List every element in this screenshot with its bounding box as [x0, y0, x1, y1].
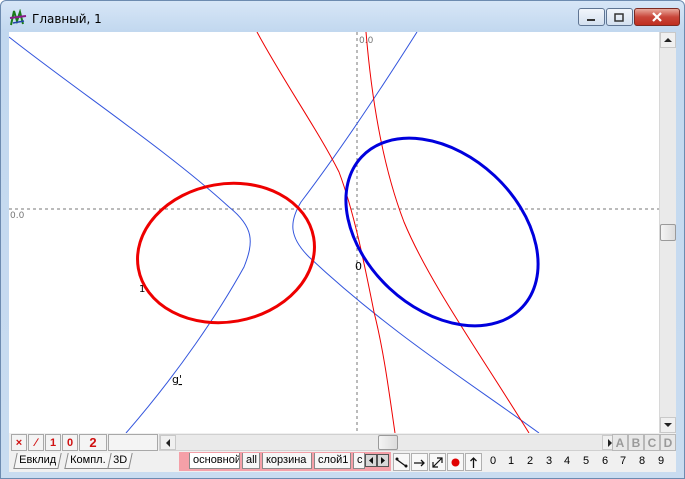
maximize-button[interactable]	[606, 8, 633, 26]
point-label-1: 1	[139, 284, 145, 295]
point-label-g-prime: g'	[172, 373, 182, 386]
one-tool[interactable]: 1	[45, 434, 61, 451]
tab-row: Евклид Компл. 3D основной all корзина сл…	[9, 452, 676, 472]
app-icon	[9, 9, 27, 26]
layer-letter-b[interactable]: B	[628, 434, 644, 451]
title-bar[interactable]: Главный, 1	[1, 1, 684, 31]
number-6[interactable]: 6	[598, 455, 612, 467]
scroll-left-button[interactable]	[160, 435, 176, 450]
thin-blue-curve-left	[9, 36, 251, 433]
vector-tool-button[interactable]	[411, 453, 428, 471]
thin-blue-curve-right	[292, 32, 540, 433]
minimize-button[interactable]	[578, 8, 605, 26]
layer-letter-d[interactable]: D	[660, 434, 676, 451]
arrow-up-icon	[664, 38, 672, 42]
number-8[interactable]: 8	[635, 455, 649, 467]
horizontal-scrollbar[interactable]	[159, 434, 619, 451]
tool-spacer	[108, 434, 158, 451]
arrow-right-icon	[414, 459, 425, 466]
arrow-left-icon	[166, 438, 170, 447]
number-1[interactable]: 1	[504, 455, 518, 467]
zero-tool[interactable]: 0	[62, 434, 78, 451]
up-tool-button[interactable]	[465, 453, 482, 471]
geometry-plot[interactable]: 0.0 0.0 1 0 g'	[9, 32, 659, 433]
vertical-scroll-thumb[interactable]	[660, 224, 676, 241]
number-5[interactable]: 5	[579, 455, 593, 467]
minimize-icon	[587, 18, 595, 21]
layer-letter-c[interactable]: C	[644, 434, 660, 451]
main-window: Главный, 1 0.0 0.0 1 0 g' × ∕ 1 0 2 A B …	[0, 0, 685, 479]
tabs-next-button[interactable]	[377, 454, 389, 467]
number-9[interactable]: 9	[654, 455, 668, 467]
number-0[interactable]: 0	[486, 455, 500, 467]
red-ellipse	[136, 181, 316, 325]
number-2[interactable]: 2	[523, 455, 537, 467]
close-icon	[652, 12, 662, 22]
point-label-0: 0	[355, 260, 362, 273]
thin-red-curve-right	[365, 32, 530, 433]
tab-osnovnoy[interactable]: основной	[189, 453, 240, 469]
layer-tabs-area: основной all корзина слой1 с	[179, 452, 391, 471]
drawing-canvas[interactable]: 0.0 0.0 1 0 g'	[9, 32, 659, 433]
tabs-prev-button[interactable]	[365, 454, 377, 467]
arrow-up-icon	[470, 456, 477, 468]
scroll-down-button[interactable]	[660, 417, 676, 433]
tab-evklid[interactable]: Евклид	[13, 453, 62, 469]
two-tool[interactable]: 2	[79, 434, 107, 451]
blue-ellipse	[344, 136, 540, 328]
number-4[interactable]: 4	[560, 455, 574, 467]
scroll-up-button[interactable]	[660, 32, 676, 48]
tab-3d[interactable]: 3D	[107, 453, 133, 469]
red-dot-icon	[451, 458, 460, 466]
number-7[interactable]: 7	[616, 455, 630, 467]
segment-tool-button[interactable]	[393, 453, 410, 471]
layer-letter-a[interactable]: A	[612, 434, 628, 451]
close-button[interactable]	[634, 8, 680, 26]
maximize-icon	[614, 12, 624, 22]
origin-label-left: 0.0	[10, 211, 25, 221]
tool-row: × ∕ 1 0 2 A B C D	[9, 433, 676, 452]
tab-sloy1[interactable]: слой1	[314, 453, 351, 469]
number-3[interactable]: 3	[542, 455, 556, 467]
arrow-down-icon	[664, 423, 672, 427]
diagonal-arrow-icon	[432, 456, 443, 468]
tab-all[interactable]: all	[242, 453, 260, 469]
tab-s[interactable]: с	[353, 453, 365, 469]
line-tool[interactable]: ∕	[28, 434, 44, 451]
segment-icon	[395, 457, 408, 468]
point-tool-button[interactable]	[447, 453, 464, 471]
vertical-scrollbar[interactable]	[659, 32, 676, 433]
window-title: Главный, 1	[32, 12, 102, 26]
arrow-right-icon	[381, 457, 385, 464]
delete-tool[interactable]: ×	[11, 434, 27, 451]
tab-kompl[interactable]: Компл.	[64, 453, 112, 469]
horizontal-scroll-thumb[interactable]	[378, 435, 398, 450]
arrow-left-icon	[369, 457, 373, 464]
tab-korzina[interactable]: корзина	[262, 453, 312, 469]
thin-red-curve-left	[256, 32, 396, 433]
diagonal-tool-button[interactable]	[429, 453, 446, 471]
